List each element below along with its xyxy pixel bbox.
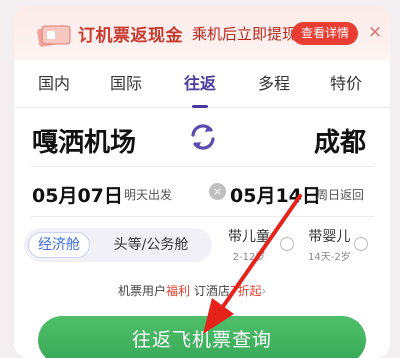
benefit-discount: 7折起 [229, 284, 262, 298]
infant-age-range: 14天-2岁 [308, 252, 351, 263]
depart-note: 明天出发 [124, 188, 173, 202]
round-trip-search-button[interactable]: 往返飞机票查询 [38, 316, 366, 358]
hotel-discount-link[interactable]: 机票用户福利 订酒店7折起› [118, 282, 266, 299]
tab-round-trip[interactable]: 往返 [184, 72, 217, 108]
clear-return-date-icon[interactable]: × [209, 183, 226, 200]
benefit-prefix: 机票用户 [118, 284, 167, 298]
view-details-button[interactable]: 查看详情 [292, 22, 358, 45]
cabin-class-selector: 经济舱 头等/公务舱 [24, 228, 212, 262]
date-divider [30, 216, 374, 217]
with-child-option[interactable]: 带儿童 2-12岁 [228, 226, 270, 263]
benefit-highlight: 福利 [166, 284, 191, 298]
tab-domestic[interactable]: 国内 [38, 72, 70, 100]
departure-city[interactable]: 嘎洒机场 [32, 122, 136, 159]
child-age-range: 2-12岁 [232, 252, 266, 263]
tab-round-trip-label: 往返 [184, 74, 217, 93]
with-child-radio[interactable] [280, 237, 294, 251]
return-date[interactable]: 05月14日 [230, 181, 321, 208]
return-note: 周日返回 [316, 188, 365, 202]
promo-banner: 订机票返现金 乘机后立即提现 查看详情 × [14, 6, 390, 60]
benefit-middle: 订酒店 [193, 284, 230, 298]
route-divider [30, 166, 374, 167]
chevron-right-icon: › [261, 284, 267, 298]
with-child-label: 带儿童 [228, 229, 270, 245]
with-infant-option[interactable]: 带婴儿 14天-2岁 [308, 226, 351, 263]
tab-multi-city[interactable]: 多程 [258, 72, 290, 100]
promo-title: 订机票返现金 [78, 26, 183, 46]
tab-international[interactable]: 国际 [110, 72, 142, 100]
swap-cities-icon[interactable] [186, 120, 220, 154]
business-first-class-option[interactable]: 头等/公务舱 [96, 232, 206, 258]
with-infant-label: 带婴儿 [308, 229, 351, 245]
economy-class-option[interactable]: 经济舱 [28, 232, 90, 258]
depart-date[interactable]: 05月07日 [32, 181, 123, 208]
with-infant-radio[interactable] [354, 237, 368, 251]
active-tab-indicator [192, 105, 209, 108]
promo-text: 乘机后立即提现 [192, 25, 298, 43]
ticket-coupon-icon [37, 25, 71, 47]
tab-special-offers[interactable]: 特价 [330, 72, 362, 100]
arrival-city[interactable]: 成都 [314, 122, 366, 159]
flight-search-card: 订机票返现金 乘机后立即提现 查看详情 × 国内 国际 往返 多程 特价 嘎洒机… [14, 6, 390, 358]
close-icon[interactable]: × [367, 21, 383, 43]
trip-type-tabs: 国内 国际 往返 多程 特价 [14, 68, 390, 108]
